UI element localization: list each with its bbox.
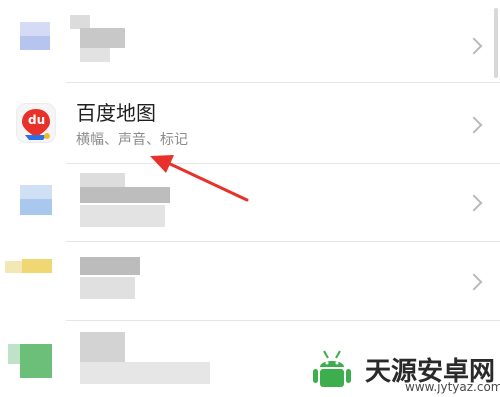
blurred-icon [20,185,52,199]
blurred-icon [20,344,52,378]
blurred-icon [20,22,50,36]
chevron-right-icon [465,116,483,134]
blurred-list-item[interactable] [0,165,500,240]
blurred-text [80,187,170,203]
blurred-icon [22,259,52,273]
notification-styles: 横幅、声音、标记 [76,132,188,148]
divider [66,82,500,83]
divider [66,241,500,242]
app-name: 百度地图 [76,101,156,125]
android-logo [313,350,351,387]
watermark-url: www.jytyaz.com [405,380,500,394]
list-item-baidu-map[interactable] [0,84,500,162]
chevron-right-icon [465,273,483,291]
blurred-text [80,277,135,299]
settings-app-list: du 百度地图 横幅、声音、标记 [0,0,500,397]
divider [66,163,500,164]
baidu-map-icon: du [16,103,56,143]
blurred-text [80,28,125,48]
divider [66,320,500,321]
blurred-text [80,205,165,227]
blurred-text [80,332,125,362]
blurred-text [80,362,210,384]
blurred-icon [20,36,50,50]
blurred-icon [20,199,52,215]
icon-label: du [28,113,46,127]
chevron-right-icon [465,194,483,212]
blurred-list-item[interactable] [0,0,500,80]
blurred-text [80,173,125,187]
blurred-icon [5,261,23,273]
blurred-text [80,257,140,275]
blurred-text [70,15,90,29]
scrollbar[interactable] [494,8,498,78]
blurred-text [80,48,110,62]
chevron-right-icon [465,37,483,55]
blurred-list-item[interactable] [0,243,500,318]
